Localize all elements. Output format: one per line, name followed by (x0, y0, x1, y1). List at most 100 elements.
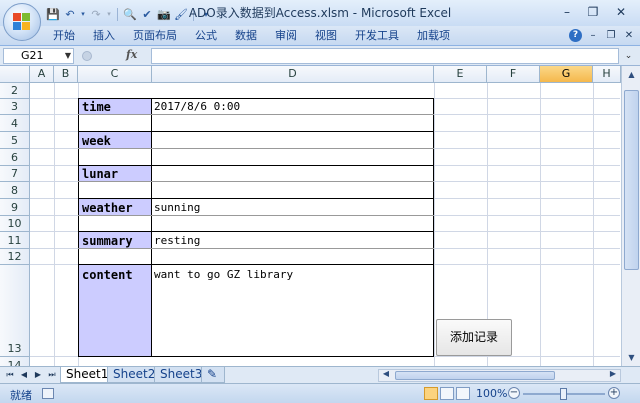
tab-data[interactable]: 数据 (226, 26, 266, 46)
scroll-right-icon[interactable]: ▶ (607, 369, 619, 378)
column-header-c[interactable]: C (78, 66, 152, 83)
form-spacer-cell[interactable] (78, 216, 152, 232)
row-header[interactable]: 2 (0, 83, 30, 99)
tab-developer[interactable]: 开发工具 (346, 26, 408, 46)
scroll-left-icon[interactable]: ◀ (380, 369, 392, 378)
form-value-cell[interactable]: resting (152, 232, 434, 249)
zoom-slider-knob[interactable] (560, 388, 567, 400)
form-spacer-cell[interactable] (152, 149, 434, 166)
form-spacer-cell[interactable] (78, 115, 152, 132)
tab-addins[interactable]: 加载项 (408, 26, 459, 46)
form-value-cell[interactable] (152, 132, 434, 149)
camera-icon[interactable]: 📷 (157, 7, 171, 21)
workbook-restore-icon[interactable]: ❐ (604, 28, 618, 43)
column-header-b[interactable]: B (54, 66, 78, 83)
scroll-up-icon[interactable]: ▲ (624, 68, 639, 82)
column-header-e[interactable]: E (434, 66, 487, 83)
form-spacer-cell[interactable] (152, 182, 434, 199)
zoom-out-icon[interactable]: − (508, 387, 520, 399)
row-header[interactable]: 5 (0, 132, 30, 149)
form-spacer-cell[interactable] (78, 249, 152, 265)
form-spacer-cell[interactable] (152, 115, 434, 132)
tab-review[interactable]: 审阅 (266, 26, 306, 46)
form-spacer-cell[interactable] (152, 249, 434, 265)
last-sheet-icon[interactable]: ⏭ (46, 368, 58, 382)
name-box[interactable]: G21 ▼ (3, 48, 74, 64)
normal-view-icon[interactable] (424, 387, 438, 400)
help-icon[interactable]: ? (569, 29, 582, 42)
workbook-minimize-icon[interactable]: – (586, 28, 600, 43)
macro-record-icon[interactable] (42, 388, 54, 399)
zoom-in-icon[interactable]: + (608, 387, 620, 399)
form-label-cell[interactable]: content (78, 265, 152, 357)
column-header-a[interactable]: A (30, 66, 54, 83)
print-preview-icon[interactable]: 🔍 (123, 7, 137, 21)
horizontal-scrollbar[interactable]: ◀ ▶ (378, 369, 621, 382)
undo-icon[interactable]: ↶ (63, 7, 77, 21)
page-break-view-icon[interactable] (456, 387, 470, 400)
row-header[interactable]: 6 (0, 149, 30, 166)
spreadsheet-grid[interactable]: A B C D E F G H 2 3 4 5 6 7 8 9 10 11 12… (0, 66, 640, 366)
spell-check-icon[interactable]: ✔ (140, 7, 154, 21)
tab-view[interactable]: 视图 (306, 26, 346, 46)
tab-insert[interactable]: 插入 (84, 26, 124, 46)
tab-page-layout[interactable]: 页面布局 (124, 26, 186, 46)
customize-toolbar-icon[interactable]: ▾ (199, 7, 213, 21)
column-header-h[interactable]: H (593, 66, 621, 83)
redo-icon[interactable]: ↷ (89, 7, 103, 21)
form-label-cell[interactable]: lunar (78, 166, 152, 182)
column-header-d[interactable]: D (152, 66, 434, 83)
format-painter-icon[interactable]: 🖌 (174, 7, 188, 21)
tab-formulas[interactable]: 公式 (186, 26, 226, 46)
restore-button[interactable]: ❐ (580, 3, 606, 21)
form-value-cell[interactable]: want to go GZ library (152, 265, 434, 357)
select-all-corner[interactable] (0, 66, 30, 83)
row-header[interactable]: 3 (0, 99, 30, 115)
add-record-button[interactable]: 添加记录 (436, 319, 512, 356)
form-spacer-cell[interactable] (78, 182, 152, 199)
row-header[interactable]: 7 (0, 166, 30, 182)
formula-input[interactable] (151, 48, 619, 64)
first-sheet-icon[interactable]: ⏮ (4, 368, 16, 382)
zoom-level[interactable]: 100% (476, 387, 507, 400)
vertical-scroll-thumb[interactable] (624, 90, 639, 270)
insert-sheet-icon[interactable]: ✎ (201, 367, 225, 383)
row-header[interactable]: 11 (0, 232, 30, 249)
form-value-cell[interactable]: 2017/8/6 0:00 (152, 99, 434, 115)
form-spacer-cell[interactable] (152, 216, 434, 232)
row-header[interactable]: 12 (0, 249, 30, 265)
save-icon[interactable]: 💾 (46, 7, 60, 21)
close-button[interactable]: ✕ (608, 3, 634, 21)
form-label-cell[interactable]: weather (78, 199, 152, 216)
insert-function-icon[interactable]: fx (126, 48, 137, 61)
row-header[interactable]: 9 (0, 199, 30, 216)
row-header[interactable]: 10 (0, 216, 30, 232)
row-header[interactable]: 14 (0, 357, 30, 366)
form-label-cell[interactable]: summary (78, 232, 152, 249)
column-header-f[interactable]: F (487, 66, 540, 83)
chevron-down-icon[interactable]: ▼ (65, 49, 71, 63)
form-label-cell[interactable]: week (78, 132, 152, 149)
prev-sheet-icon[interactable]: ◀ (18, 368, 30, 382)
workbook-close-icon[interactable]: ✕ (622, 28, 636, 43)
form-value-cell[interactable]: sunning (152, 199, 434, 216)
office-button[interactable] (3, 3, 41, 41)
page-layout-view-icon[interactable] (440, 387, 454, 400)
vertical-scrollbar[interactable]: ▲ ▼ (621, 66, 640, 368)
undo-dropdown-icon[interactable]: ▾ (80, 7, 86, 21)
row-header[interactable]: 8 (0, 182, 30, 199)
form-spacer-cell[interactable] (78, 149, 152, 166)
next-sheet-icon[interactable]: ▶ (32, 368, 44, 382)
row-header[interactable]: 4 (0, 115, 30, 132)
horizontal-scroll-thumb[interactable] (395, 371, 555, 380)
column-header-g[interactable]: G (540, 66, 593, 83)
cancel-entry-icon[interactable] (82, 51, 92, 61)
row-header[interactable]: 13 (0, 265, 30, 357)
minimize-button[interactable]: – (554, 3, 580, 21)
form-value-cell[interactable] (152, 166, 434, 182)
expand-formula-bar-icon[interactable]: ⌄ (621, 48, 636, 64)
redo-dropdown-icon[interactable]: ▾ (106, 7, 112, 21)
form-label-cell[interactable]: time (78, 99, 152, 115)
tab-home[interactable]: 开始 (44, 26, 84, 46)
scroll-down-icon[interactable]: ▼ (624, 351, 639, 365)
